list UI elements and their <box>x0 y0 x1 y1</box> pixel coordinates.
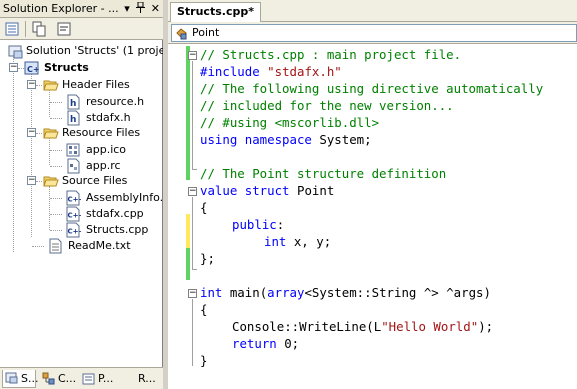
tree-item-file[interactable]: h stdafx.h <box>0 110 163 126</box>
tab-class-view[interactable]: C... <box>40 370 78 388</box>
code-line: // #using <mscorlib.dll> <box>200 115 380 130</box>
class-view-icon <box>42 372 56 389</box>
refresh-icon[interactable] <box>56 21 72 37</box>
outline-collapse-icon[interactable]: − <box>188 289 197 298</box>
code-line: int x, y; <box>264 234 332 249</box>
solution-icon <box>8 43 24 59</box>
collapse-toggle-icon[interactable]: − <box>27 80 36 89</box>
cpp-file-icon: C++ <box>65 222 85 238</box>
tree-item-project[interactable]: − C+ Structs <box>0 60 163 76</box>
code-area[interactable]: − − − // Structs.cpp : main project file… <box>168 44 577 389</box>
collapse-toggle-icon[interactable]: − <box>27 176 36 185</box>
folder-open-icon <box>43 125 59 141</box>
svg-text:C++: C++ <box>68 196 82 204</box>
icon-file-icon <box>65 142 81 158</box>
code-line: { <box>200 302 208 317</box>
tree-item-solution[interactable]: Solution 'Structs' (1 project) <box>6 43 163 59</box>
code-line: #include "stdafx.h" <box>200 64 342 79</box>
saved-change-marker <box>186 46 190 148</box>
tree-item-resource-files[interactable]: − Resource Files <box>0 125 163 141</box>
tree-item-file[interactable]: C++ stdafx.cpp <box>0 206 163 222</box>
tree-item-header-files[interactable]: − Header Files <box>0 77 163 93</box>
folder-open-icon <box>43 173 59 189</box>
collapse-toggle-icon[interactable]: − <box>27 128 36 137</box>
solution-tree: Solution 'Structs' (1 project) − C+ Stru… <box>0 41 163 367</box>
property-manager-icon <box>82 372 96 389</box>
code-line: public: <box>232 217 285 232</box>
solution-explorer-titlebar: Solution Explorer - ... ▾ ✕ <box>0 0 163 18</box>
auto-hide-pin-icon[interactable] <box>135 1 145 16</box>
collapse-toggle-icon[interactable]: − <box>9 63 18 72</box>
cpp-file-icon: C++ <box>65 206 85 222</box>
cpp-project-icon: C+ <box>24 60 40 76</box>
code-line: int main(array<System::String ^> ^args) <box>200 285 491 300</box>
code-line: value struct Point <box>200 183 335 198</box>
tree-item-source-files[interactable]: − Source Files <box>0 173 163 189</box>
code-line: // Structs.cpp : main project file. <box>200 47 462 62</box>
member-navigation-dropdown[interactable]: Point <box>171 24 577 42</box>
tab-resource-view[interactable]: R... <box>124 370 158 388</box>
code-line: } <box>200 353 208 368</box>
properties-icon[interactable] <box>4 21 20 37</box>
tree-item-file[interactable]: app.ico <box>0 142 163 158</box>
tree-item-file[interactable]: C++ Structs.cpp <box>0 222 163 238</box>
header-file-icon: h <box>65 94 81 110</box>
code-line: Console::WriteLine(L"Hello World"); <box>232 319 494 334</box>
outline-collapse-icon[interactable]: − <box>188 51 197 60</box>
tab-solution-explorer[interactable]: S... <box>2 370 38 389</box>
outline-collapse-icon[interactable]: − <box>188 187 197 196</box>
toolbar-separator <box>25 21 26 37</box>
show-all-files-icon[interactable] <box>31 21 47 37</box>
solution-explorer-icon <box>5 371 19 389</box>
tree-item-file[interactable]: C++ AssemblyInfo.cpp <box>0 190 163 206</box>
close-icon[interactable]: ✕ <box>151 2 160 16</box>
svg-text:h: h <box>70 115 76 125</box>
code-line: return 0; <box>232 336 300 351</box>
code-line: // The following using directive automat… <box>200 81 544 96</box>
window-position-dropdown-icon[interactable]: ▾ <box>124 2 130 16</box>
svg-text:h: h <box>70 99 76 109</box>
saved-change-marker <box>186 148 190 180</box>
header-file-icon: h <box>65 110 81 126</box>
tree-item-file[interactable]: ReadMe.txt <box>0 238 163 254</box>
saved-change-marker <box>186 248 190 280</box>
solution-explorer-title: Solution Explorer - ... <box>3 2 119 15</box>
struct-icon <box>175 27 188 43</box>
code-line: { <box>200 200 208 215</box>
editor-gutter <box>168 44 184 389</box>
unsaved-change-marker <box>186 214 190 248</box>
svg-text:C+: C+ <box>27 65 40 74</box>
code-line: using namespace System; <box>200 132 372 147</box>
svg-text:C++: C++ <box>68 212 82 220</box>
resource-script-icon <box>65 158 81 174</box>
code-line: // included for the new version... <box>200 98 454 113</box>
code-line: // The Point structure definition <box>200 166 447 181</box>
solution-explorer-toolbar <box>0 18 163 40</box>
svg-text:C++: C++ <box>68 228 82 236</box>
text-file-icon <box>47 238 63 254</box>
tree-item-file[interactable]: h resource.h <box>0 94 163 110</box>
navigation-bar: Point <box>168 22 577 44</box>
folder-open-icon <box>43 77 59 93</box>
solution-explorer-panel: Solution Explorer - ... ▾ ✕ Solution 'St… <box>0 0 163 389</box>
tab-property-manager[interactable]: P... <box>80 370 118 388</box>
cpp-file-icon: C++ <box>65 190 85 206</box>
code-editor-panel: Structs.cpp* Point − − − // Structs.cpp … <box>168 0 577 389</box>
tab-structs-cpp[interactable]: Structs.cpp* <box>170 2 261 22</box>
tool-window-tabs: S... C... P... R... <box>0 367 163 389</box>
code-line: }; <box>200 251 215 266</box>
tree-item-file[interactable]: app.rc <box>0 158 163 174</box>
document-tab-strip: Structs.cpp* <box>168 0 577 22</box>
